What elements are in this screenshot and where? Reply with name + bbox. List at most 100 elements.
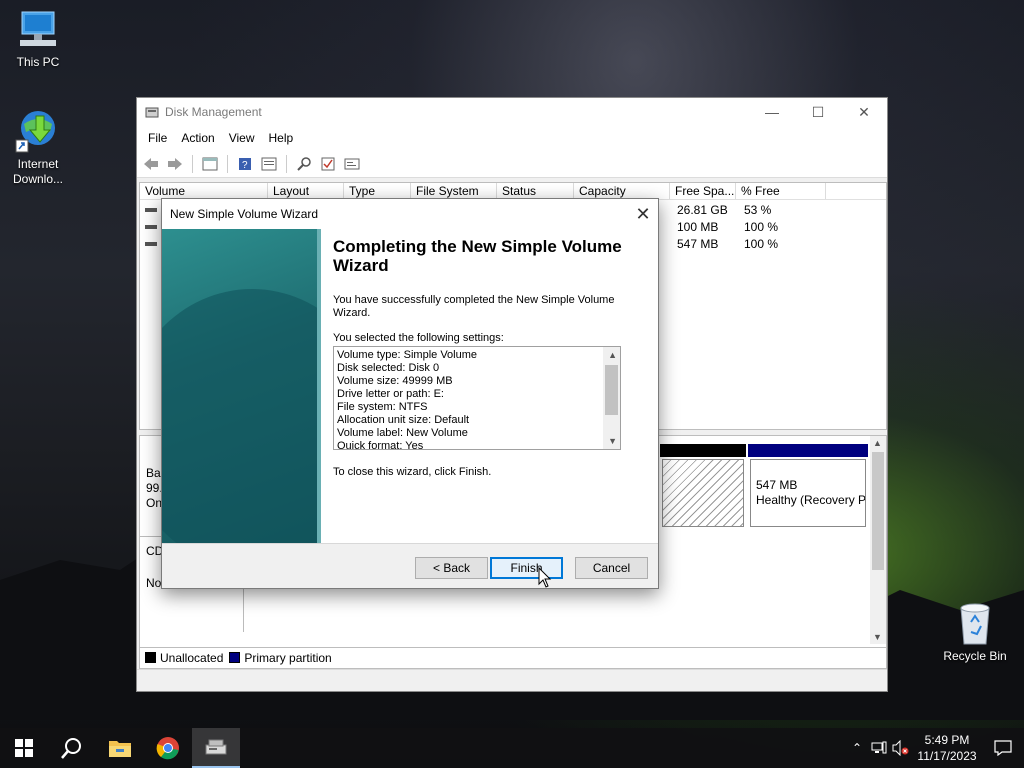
settings-scroll-down-icon[interactable]: ▼ bbox=[608, 436, 617, 446]
window-title: Disk Management bbox=[165, 105, 262, 119]
legend-label: Primary partition bbox=[244, 651, 332, 665]
percent-free-cell: 53 % bbox=[744, 203, 772, 217]
setting-line: File system: NTFS bbox=[337, 401, 428, 413]
computer-icon bbox=[16, 10, 60, 52]
column-header-status[interactable]: Status bbox=[497, 183, 574, 199]
setting-line: Allocation unit size: Default bbox=[337, 414, 470, 426]
scroll-down-arrow[interactable]: ▼ bbox=[873, 632, 882, 642]
scroll-up-arrow[interactable]: ▲ bbox=[873, 438, 882, 448]
free-space-cell: 100 MB bbox=[677, 220, 719, 234]
desktop-icon-label: Internet Downlo... bbox=[12, 157, 64, 186]
properties-icon[interactable] bbox=[259, 154, 279, 174]
taskbar-chrome[interactable] bbox=[144, 728, 192, 768]
new-simple-volume-wizard-dialog: New Simple Volume Wizard ✕ Completing th… bbox=[161, 198, 659, 589]
wizard-banner-image bbox=[162, 229, 321, 543]
disk-management-icon bbox=[145, 105, 159, 119]
system-tray: ⌃ 5:49 PM 11/17/2023 bbox=[846, 728, 1024, 768]
setting-line: Disk selected: Disk 0 bbox=[337, 362, 440, 374]
desktop-icon-recycle-bin[interactable]: Recycle Bin bbox=[937, 600, 1013, 664]
volume-row-icon bbox=[144, 237, 158, 254]
checklist-icon[interactable] bbox=[318, 154, 338, 174]
recovery-partition-bar bbox=[748, 444, 868, 457]
column-header-type[interactable]: Type bbox=[344, 183, 411, 199]
back-button[interactable]: < Back bbox=[415, 557, 488, 579]
legend-label: Unallocated bbox=[160, 651, 224, 665]
back-arrow-icon[interactable] bbox=[141, 154, 161, 174]
column-header-layout[interactable]: Layout bbox=[268, 183, 344, 199]
dialog-titlebar[interactable]: New Simple Volume Wizard ✕ bbox=[162, 199, 658, 229]
desktop-icon-label: Recycle Bin bbox=[943, 649, 1007, 663]
volume-row-icon bbox=[144, 203, 158, 220]
disk-management-icon bbox=[205, 739, 227, 755]
menu-view[interactable]: View bbox=[222, 131, 262, 145]
setting-line: Drive letter or path: E: bbox=[337, 388, 444, 400]
setting-line: Volume type: Simple Volume bbox=[337, 349, 478, 361]
unallocated-bar bbox=[660, 444, 746, 457]
dialog-title: New Simple Volume Wizard bbox=[170, 207, 319, 221]
menu-action[interactable]: Action bbox=[174, 131, 221, 145]
dialog-close-icon[interactable]: ✕ bbox=[628, 204, 658, 225]
status-bar bbox=[137, 669, 887, 691]
setting-line: Volume label: New Volume bbox=[337, 427, 468, 439]
recycle-bin-icon bbox=[955, 600, 995, 646]
dialog-body: Completing the New Simple Volume Wizard … bbox=[162, 229, 658, 543]
recovery-partition-region[interactable]: 547 MB Healthy (Recovery P bbox=[750, 459, 866, 527]
taskbar-disk-management[interactable] bbox=[192, 728, 240, 768]
taskbar-clock[interactable]: 5:49 PM 11/17/2023 bbox=[912, 732, 982, 764]
desktop-icon-internet-download-manager[interactable]: Internet Downlo... bbox=[0, 106, 76, 187]
show-hide-tree-icon[interactable] bbox=[200, 154, 220, 174]
window-titlebar[interactable]: Disk Management — ☐ ✕ bbox=[137, 98, 887, 126]
minimize-button[interactable]: — bbox=[749, 98, 795, 126]
forward-arrow-icon[interactable] bbox=[165, 154, 185, 174]
scrollbar-thumb[interactable] bbox=[872, 452, 884, 570]
start-button[interactable] bbox=[0, 728, 48, 768]
finish-button[interactable]: Finish bbox=[490, 557, 563, 579]
windows-logo-icon bbox=[15, 739, 33, 757]
column-header-percent-free[interactable]: % Free bbox=[736, 183, 826, 199]
folder-icon bbox=[109, 741, 131, 757]
free-space-cell: 26.81 GB bbox=[677, 203, 728, 217]
toolbar: ? bbox=[137, 150, 887, 178]
legend-swatch-primary bbox=[229, 652, 241, 663]
taskbar-search-button[interactable] bbox=[48, 728, 96, 768]
volume-row-icon bbox=[144, 220, 158, 237]
recovery-size: 547 MB bbox=[756, 478, 798, 492]
clock-date: 11/17/2023 bbox=[917, 749, 977, 763]
wizard-intro-text: You have successfully completed the New … bbox=[333, 294, 615, 319]
column-header-volume[interactable]: Volume bbox=[140, 183, 268, 199]
menu-help[interactable]: Help bbox=[262, 131, 301, 145]
notification-center-icon[interactable] bbox=[982, 740, 1024, 756]
settings-list-icon[interactable] bbox=[342, 154, 362, 174]
settings-list: Volume type: Simple Volume Disk selected… bbox=[337, 349, 602, 449]
search-icon bbox=[61, 738, 81, 759]
column-header-file-system[interactable]: File System bbox=[411, 183, 497, 199]
search-icon[interactable] bbox=[294, 154, 314, 174]
settings-label: You selected the following settings: bbox=[333, 332, 504, 344]
unallocated-region[interactable] bbox=[662, 459, 744, 527]
legend-primary: Primary partition bbox=[229, 651, 332, 665]
settings-scrollbar-thumb[interactable] bbox=[605, 365, 618, 415]
chrome-icon bbox=[156, 737, 179, 760]
partition-legend: Unallocated Primary partition bbox=[139, 647, 887, 669]
legend-unallocated: Unallocated bbox=[145, 651, 223, 665]
maximize-button[interactable]: ☐ bbox=[795, 98, 841, 126]
menu-file[interactable]: File bbox=[141, 131, 174, 145]
percent-free-cell: 100 % bbox=[744, 237, 779, 251]
taskbar-file-explorer[interactable] bbox=[96, 728, 144, 768]
cancel-button[interactable]: Cancel bbox=[575, 557, 648, 579]
desktop-icon-label: This PC bbox=[16, 55, 60, 69]
network-icon[interactable] bbox=[868, 741, 890, 755]
column-header-free-space[interactable]: Free Spa... bbox=[670, 183, 736, 199]
percent-free-cell: 100 % bbox=[744, 220, 779, 234]
taskbar: ⌃ 5:49 PM 11/17/2023 bbox=[0, 728, 1024, 768]
volume-muted-icon[interactable] bbox=[890, 740, 912, 756]
settings-scroll-up-icon[interactable]: ▲ bbox=[608, 350, 617, 360]
show-hidden-icons-chevron-icon[interactable]: ⌃ bbox=[846, 741, 868, 755]
column-header-capacity[interactable]: Capacity bbox=[574, 183, 670, 199]
close-button[interactable]: ✕ bbox=[841, 98, 887, 126]
svg-text:?: ? bbox=[242, 160, 248, 171]
settings-summary-box[interactable]: Volume type: Simple Volume Disk selected… bbox=[333, 346, 621, 450]
desktop-icon-this-pc[interactable]: This PC bbox=[0, 10, 76, 70]
disk-view-scrollbar[interactable]: ▲ ▼ bbox=[870, 436, 886, 644]
help-icon[interactable]: ? bbox=[235, 154, 255, 174]
